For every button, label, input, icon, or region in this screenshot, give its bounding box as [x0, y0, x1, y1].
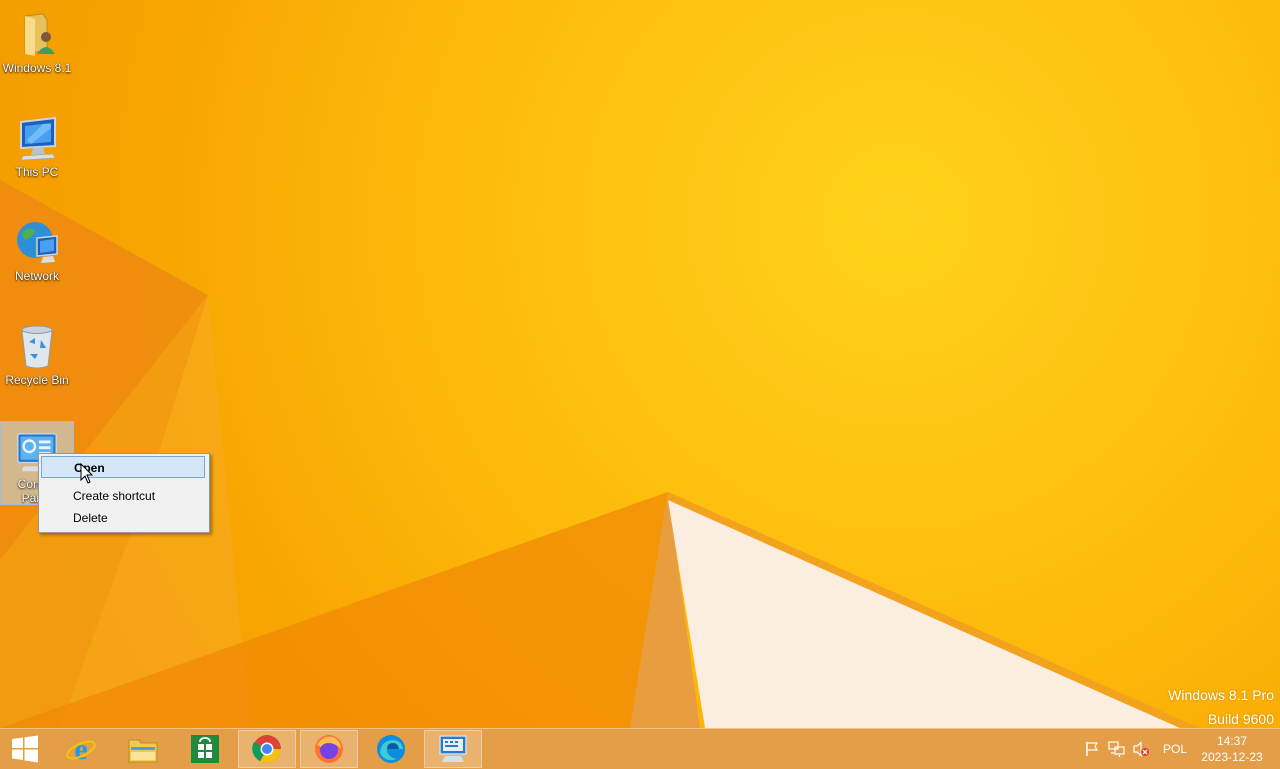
taskbar-edge[interactable] — [362, 730, 420, 768]
svg-text:e: e — [74, 733, 87, 765]
desktop-icon-label: Recycle Bin — [5, 373, 69, 387]
internet-explorer-icon: e — [66, 733, 96, 765]
clock-date: 2023-12-23 — [1201, 750, 1263, 764]
taskbar-internet-explorer[interactable]: e — [52, 730, 110, 768]
windows-watermark: Windows 8.1 Pro Build 9600 — [1168, 683, 1274, 728]
action-center-flag-icon — [1086, 742, 1099, 756]
desktop-icon-recycle-bin[interactable]: Recycle Bin — [0, 316, 74, 402]
taskbar-store[interactable] — [176, 730, 234, 768]
file-explorer-icon — [128, 739, 158, 763]
wallpaper — [0, 180, 1200, 728]
user-folder-icon — [24, 13, 55, 56]
taskbar-file-explorer[interactable] — [114, 730, 172, 768]
edge-icon — [377, 735, 405, 763]
menu-item-delete[interactable]: Delete — [41, 507, 205, 529]
tray-language[interactable]: POL — [1158, 729, 1192, 769]
network-icon — [1108, 741, 1125, 757]
recycle-bin-icon — [21, 325, 53, 369]
tray-volume[interactable] — [1130, 729, 1152, 769]
desktop[interactable]: Windows 8.1 This PC Network Recycle Bin … — [0, 0, 1280, 728]
taskbar-chrome[interactable] — [238, 730, 296, 768]
taskbar: e POL 14:37 2023-12-23 — [0, 728, 1280, 769]
desktop-icon-label: This PC — [15, 165, 59, 179]
store-icon — [191, 735, 219, 763]
desktop-icon-label: Network — [14, 269, 59, 283]
tray-action-center[interactable] — [1082, 729, 1102, 769]
watermark-build: Build 9600 — [1207, 711, 1274, 727]
start-button[interactable] — [0, 730, 50, 768]
on-screen-keyboard-icon — [439, 735, 467, 762]
clock-time: 14:37 — [1216, 734, 1248, 748]
taskbar-firefox[interactable] — [300, 730, 358, 768]
network-globe-icon — [17, 222, 58, 263]
context-menu: Open Create shortcut Delete — [38, 453, 210, 533]
desktop-icon-network[interactable]: Network — [0, 212, 74, 298]
desktop-icon-label: Windows 8.1 — [2, 61, 72, 75]
taskbar-on-screen-keyboard[interactable] — [424, 730, 482, 768]
language-indicator: POL — [1162, 742, 1187, 756]
firefox-icon — [315, 735, 343, 763]
volume-muted-icon — [1133, 741, 1149, 757]
chrome-icon — [252, 735, 281, 763]
desktop-icon-windows-8-1[interactable]: Windows 8.1 — [0, 4, 74, 90]
watermark-edition: Windows 8.1 Pro — [1168, 687, 1274, 703]
mouse-cursor-icon — [80, 463, 94, 484]
desktop-icon-this-pc[interactable]: This PC — [0, 108, 74, 194]
start-windows-icon — [12, 735, 38, 763]
tray-clock[interactable]: 14:37 2023-12-23 — [1194, 733, 1270, 765]
computer-icon — [20, 116, 56, 161]
menu-item-open[interactable]: Open — [41, 456, 205, 478]
menu-item-create-shortcut[interactable]: Create shortcut — [41, 485, 205, 507]
tray-network[interactable] — [1106, 729, 1128, 769]
